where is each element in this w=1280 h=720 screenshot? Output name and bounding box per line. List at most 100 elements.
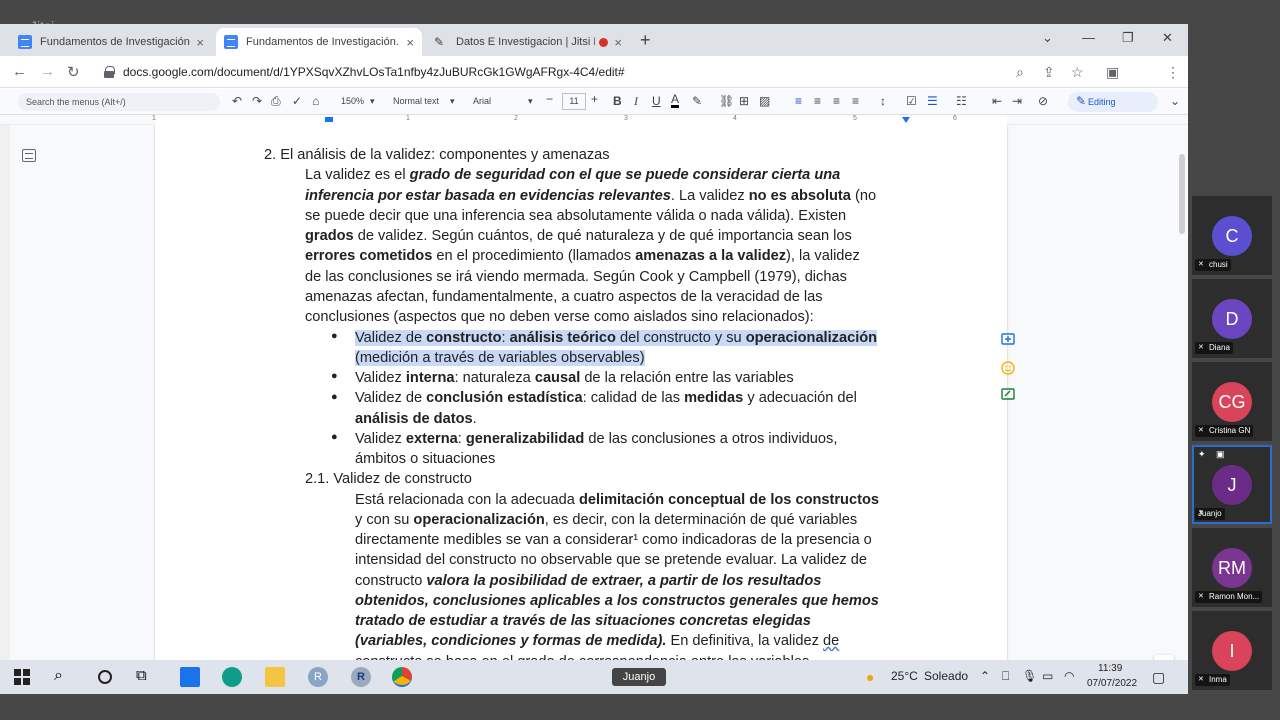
rstudio-icon[interactable]: R [351, 667, 371, 687]
tab-docs-1[interactable]: Fundamentos de Investigación. T × [10, 28, 212, 56]
sun-icon[interactable]: ● [866, 669, 874, 685]
document-line[interactable]: La validez es el grado de seguridad con … [305, 165, 840, 185]
paint-format-icon[interactable]: ⌂ [312, 94, 319, 108]
line-spacing-icon[interactable]: ↕ [880, 94, 886, 108]
share-icon[interactable]: ⇪ [1043, 64, 1055, 81]
document-line[interactable]: Validez interna: naturaleza causal de la… [355, 368, 794, 388]
document-line[interactable]: Validez de conclusión estadística: calid… [355, 388, 857, 408]
highlight-icon[interactable]: ✎ [692, 94, 702, 108]
document-line[interactable]: grados de validez. Según cuántos, de qué… [305, 226, 852, 246]
menu-kebab-icon[interactable]: ⋮ [1166, 64, 1180, 81]
time[interactable]: 11:39 [1098, 663, 1122, 674]
task-view-icon[interactable]: ⧉ [136, 667, 156, 687]
numbered-list-icon[interactable]: ☷ [956, 94, 967, 108]
close-icon[interactable]: × [406, 35, 414, 50]
suggest-edit-icon[interactable] [1001, 388, 1015, 402]
edge-icon[interactable] [222, 667, 242, 687]
align-right-icon[interactable]: ≡ [833, 94, 840, 108]
weather-text[interactable]: Soleado [924, 669, 968, 683]
battery-icon[interactable]: ▭ [1042, 669, 1053, 683]
document-line[interactable]: intensidad del constructo no observable … [355, 550, 867, 570]
right-indent-marker-icon[interactable] [902, 117, 910, 123]
new-tab-button[interactable]: + [640, 30, 651, 51]
document-line[interactable]: Validez de constructo: análisis teórico … [355, 328, 878, 348]
lock-icon[interactable] [104, 66, 115, 78]
close-icon[interactable]: × [196, 35, 204, 50]
emoji-reaction-icon[interactable] [1001, 361, 1015, 375]
document-line[interactable]: constructo valora la posibilidad de extr… [355, 571, 821, 591]
increase-indent-icon[interactable]: ⇥ [1012, 94, 1022, 108]
close-icon[interactable]: × [614, 35, 622, 50]
horizontal-ruler[interactable]: 1 1 2 3 4 5 6 7 [0, 115, 1188, 125]
zoom-select[interactable]: 150% [341, 96, 364, 106]
chrome-icon[interactable] [392, 667, 412, 687]
link-icon[interactable]: ⛓ [719, 94, 734, 108]
zoom-icon[interactable]: ⌕ [1016, 64, 1024, 81]
vertical-scrollbar[interactable] [1179, 154, 1185, 234]
chevron-up-icon[interactable]: ⌃ [980, 669, 990, 683]
checklist-icon[interactable]: ☑ [906, 94, 917, 108]
vertical-ruler[interactable] [0, 125, 10, 660]
url-field[interactable]: docs.google.com/document/d/1YPXSqvXZhvLO… [104, 61, 1004, 83]
text-color-icon[interactable]: A [671, 93, 680, 108]
document-line[interactable]: (variables, condiciones y formas de medi… [355, 631, 839, 651]
document-line[interactable]: 2. El análisis de la validez: componente… [264, 145, 610, 165]
participant-tile[interactable]: D Diana [1192, 279, 1272, 358]
document-line[interactable]: ámbitos o situaciones [355, 449, 495, 469]
document-line[interactable]: de las conclusiones se irá viendo mermad… [305, 267, 847, 287]
tab-jitsi[interactable]: ✎ Datos E Investigacion | Jitsi M × [426, 28, 630, 56]
notification-icon[interactable]: ▢ [1152, 669, 1165, 686]
increase-font-icon[interactable]: + [591, 92, 598, 106]
spellcheck-icon[interactable]: ✓ [292, 94, 302, 108]
temperature[interactable]: 25°C [891, 669, 918, 683]
underline-icon[interactable]: U [652, 94, 661, 108]
participant-tile[interactable]: CG Cristina GN [1192, 362, 1272, 441]
indent-marker-icon[interactable] [325, 117, 333, 122]
document-line[interactable]: tratado de estudiar a través de las situ… [355, 611, 811, 631]
chevron-up-icon[interactable]: ⌄ [1170, 94, 1180, 108]
document-line[interactable]: constructo se basa en el grado de corres… [355, 652, 809, 660]
align-left-icon[interactable]: ≡ [795, 94, 802, 108]
comment-icon[interactable]: ⊞ [739, 94, 749, 108]
side-panel-icon[interactable]: ▣ [1106, 64, 1119, 81]
style-select[interactable]: Normal text [393, 96, 439, 106]
mail-icon[interactable] [180, 667, 200, 687]
participant-tile[interactable]: I Inma [1192, 611, 1272, 690]
bold-icon[interactable]: B [613, 94, 622, 108]
menu-search-input[interactable]: Search the menus (Alt+/) [18, 93, 220, 111]
tab-search-icon[interactable]: ⌄ [1042, 30, 1053, 46]
back-button[interactable]: ← [12, 63, 27, 80]
document-line[interactable]: Validez externa: generalizabilidad de la… [355, 429, 837, 449]
document-line[interactable]: conclusiones (aspectos que no deben vers… [305, 307, 814, 327]
document-line[interactable]: Está relacionada con la adecuada delimit… [355, 490, 879, 510]
add-comment-icon[interactable] [1001, 333, 1015, 347]
pin-icon[interactable]: ✦ [1198, 449, 1206, 460]
document-outline-icon[interactable] [22, 149, 36, 162]
decrease-font-icon[interactable]: − [546, 92, 553, 106]
undo-icon[interactable]: ↶ [232, 94, 242, 108]
participant-tile-active[interactable]: ✦ ▣ J Juanjo [1192, 445, 1272, 524]
close-window-button[interactable]: ✕ [1162, 30, 1173, 46]
device-icon[interactable]: ⎕ [1002, 669, 1009, 684]
document-line[interactable]: (medición a través de variables observab… [355, 348, 645, 368]
document-line[interactable]: amenazas afectan, fundamentalmente, a cu… [305, 287, 823, 307]
forward-button[interactable]: → [40, 63, 55, 80]
document-line[interactable]: análisis de datos. [355, 409, 477, 429]
file-explorer-icon[interactable] [265, 667, 285, 687]
font-select[interactable]: Arial [473, 96, 491, 106]
document-line[interactable]: inferencia por estar basada en evidencia… [305, 186, 876, 206]
document-line[interactable]: y con su operacionalización, es decir, c… [355, 510, 857, 530]
redo-icon[interactable]: ↷ [252, 94, 262, 108]
bookmark-star-icon[interactable]: ☆ [1071, 64, 1084, 81]
search-icon[interactable]: ⌕ [54, 667, 74, 687]
bulleted-list-icon[interactable]: ☰ [927, 94, 938, 108]
wifi-icon[interactable]: ◠ [1064, 669, 1074, 683]
italic-icon[interactable]: I [634, 94, 638, 109]
image-icon[interactable]: ▨ [759, 94, 770, 108]
screen-share-icon[interactable]: ▣ [1216, 449, 1225, 460]
align-justify-icon[interactable]: ≡ [852, 94, 859, 108]
document-line[interactable]: 2.1. Validez de constructo [305, 469, 472, 489]
r-icon[interactable]: R [308, 667, 328, 687]
document-line[interactable]: se puede decir que una inferencia sea ab… [305, 206, 846, 226]
restore-button[interactable]: ❐ [1122, 30, 1134, 46]
